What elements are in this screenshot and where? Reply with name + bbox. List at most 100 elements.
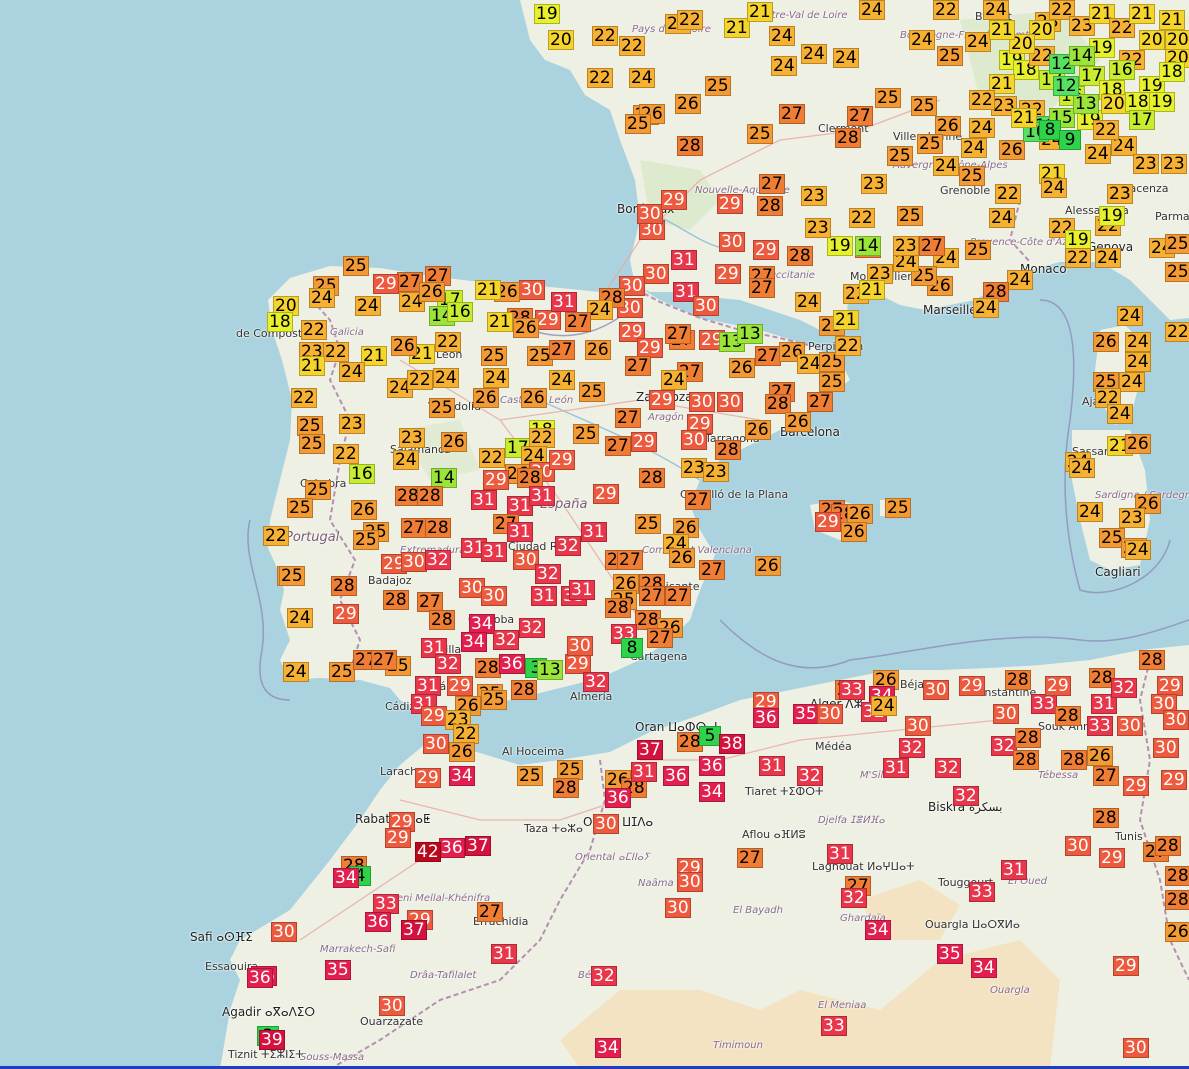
temperature-marker: 30: [665, 898, 691, 918]
temperature-marker: 30: [993, 704, 1019, 724]
temperature-marker: 24: [769, 26, 795, 46]
temperature-marker: 29: [661, 190, 687, 210]
temperature-marker: 23: [861, 174, 887, 194]
temperature-marker: 24: [661, 370, 687, 390]
temperature-marker: 26: [1165, 922, 1189, 942]
temperature-marker: 20: [548, 30, 574, 50]
place-label: Ouargla ⵡⴰⵔⴳⵍⴰ: [925, 918, 1020, 931]
temperature-marker: 31: [759, 756, 785, 776]
temperature-marker: 23: [1119, 508, 1145, 528]
temperature-marker: 25: [481, 690, 507, 710]
temperature-marker: 31: [569, 580, 595, 600]
temperature-marker: 22: [291, 388, 317, 408]
temperature-marker: 28: [605, 598, 631, 618]
temperature-marker: 32: [493, 630, 519, 650]
temperature-marker: 33: [373, 894, 399, 914]
temperature-marker: 17: [1129, 110, 1155, 130]
temperature-marker: 33: [1087, 716, 1113, 736]
temperature-marker: 34: [971, 958, 997, 978]
temperature-marker: 25: [937, 46, 963, 66]
temperature-marker: 27: [755, 346, 781, 366]
temperature-marker: 30: [689, 392, 715, 412]
temperature-marker: 22: [529, 428, 555, 448]
temperature-marker: 32: [797, 766, 823, 786]
temperature-marker: 25: [279, 566, 305, 586]
temperature-marker: 27: [401, 518, 427, 538]
temperature-marker: 8: [1039, 120, 1061, 140]
temperature-marker: 20: [1101, 94, 1127, 114]
temperature-marker: 29: [717, 194, 743, 214]
temperature-marker: 13: [537, 660, 563, 680]
temperature-marker: 25: [573, 424, 599, 444]
temperature-marker: 25: [875, 88, 901, 108]
temperature-marker: 35: [793, 704, 819, 724]
temperature-marker: 23: [805, 218, 831, 238]
temperature-marker: 21: [299, 356, 325, 376]
temperature-marker: 30: [593, 814, 619, 834]
temperature-marker: 31: [581, 522, 607, 542]
temperature-marker: 25: [705, 76, 731, 96]
temperature-marker: 23: [1107, 184, 1133, 204]
temperature-marker: 26: [675, 94, 701, 114]
temperature-marker: 32: [435, 654, 461, 674]
temperature-marker: 26: [513, 318, 539, 338]
place-label: Beni Mellal-Khénifra: [390, 893, 491, 904]
temperature-marker: 33: [839, 680, 865, 700]
temperature-marker: 36: [365, 912, 391, 932]
temperature-marker: 28: [425, 518, 451, 538]
temperature-marker: 42: [415, 842, 441, 862]
temperature-marker: 24: [283, 662, 309, 682]
temperature-marker: 29: [549, 450, 575, 470]
temperature-marker: 18: [1125, 92, 1151, 112]
place-label: Ouarzazate: [360, 1015, 424, 1028]
temperature-marker: 29: [1099, 848, 1125, 868]
temperature-marker: 30: [693, 296, 719, 316]
temperature-marker: 22: [479, 448, 505, 468]
temperature-marker: 29: [631, 432, 657, 452]
temperature-marker: 28: [677, 136, 703, 156]
temperature-marker: 24: [973, 298, 999, 318]
temperature-marker: 22: [1093, 120, 1119, 140]
temperature-marker: 28: [835, 128, 861, 148]
temperature-marker: 27: [647, 628, 673, 648]
temperature-marker: 25: [287, 498, 313, 518]
temperature-marker: 13: [737, 324, 763, 344]
temperature-marker: 32: [935, 758, 961, 778]
temperature-marker: 30: [1123, 1038, 1149, 1058]
temperature-marker: 24: [629, 68, 655, 88]
temperature-marker: 27: [779, 104, 805, 124]
temperature-marker: 9: [1059, 130, 1081, 150]
place-label: Timimoun: [713, 1040, 763, 1051]
temperature-marker: 29: [535, 310, 561, 330]
temperature-marker: 36: [499, 654, 525, 674]
temperature-marker: 24: [965, 32, 991, 52]
temperature-marker: 32: [555, 536, 581, 556]
temperature-marker: 14: [431, 468, 457, 488]
temperature-marker: 25: [911, 96, 937, 116]
temperature-marker: 34: [461, 632, 487, 652]
temperature-marker: 30: [905, 716, 931, 736]
temperature-marker: 30: [423, 734, 449, 754]
place-label: Safi ⴰⵙⴼⵉ: [190, 930, 253, 944]
temperature-marker: 26: [1125, 434, 1151, 454]
temperature-marker: 19: [827, 236, 853, 256]
temperature-marker: 21: [1011, 108, 1037, 128]
place-label: Médéa: [815, 740, 852, 753]
temperature-marker: 24: [1125, 332, 1151, 352]
temperature-marker: 35: [325, 960, 351, 980]
temperature-marker: 27: [665, 324, 691, 344]
temperature-marker: 28: [517, 468, 543, 488]
temperature-marker: 30: [1117, 716, 1143, 736]
temperature-marker: 25: [429, 398, 455, 418]
temperature-marker: 25: [481, 346, 507, 366]
temperature-marker: 26: [669, 548, 695, 568]
map-canvas[interactable]: Pays de la LoireCentre-Val de LoireBelfo…: [0, 0, 1189, 1069]
place-label: Al Hoceima: [502, 745, 565, 758]
temperature-marker: 27: [685, 490, 711, 510]
temperature-marker: 22: [933, 0, 959, 20]
temperature-marker: 26: [449, 742, 475, 762]
temperature-marker: 29: [593, 484, 619, 504]
temperature-marker: 24: [1117, 306, 1143, 326]
temperature-marker: 30: [719, 232, 745, 252]
temperature-marker: 29: [649, 390, 675, 410]
